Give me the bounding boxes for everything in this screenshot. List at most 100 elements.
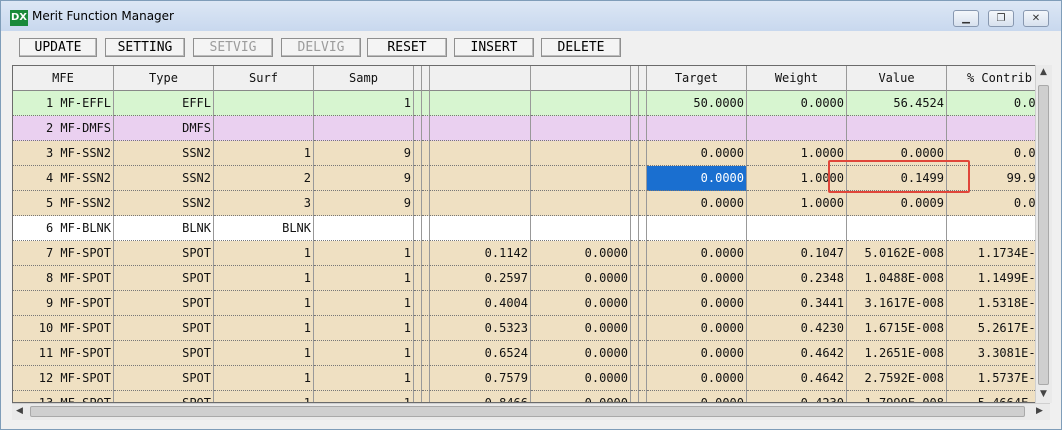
samp-cell[interactable]: 1	[314, 391, 414, 402]
value-cell[interactable]: 2.7592E-008	[847, 366, 947, 391]
surf-cell[interactable]	[214, 91, 314, 116]
mfe-cell[interactable]: 13 MF-SPOT	[13, 391, 114, 402]
table-row[interactable]: 7 MF-SPOT SPOT 1 1 0.1142 0.0000 0.0000 0.1047 5…	[13, 241, 1049, 266]
param-cell[interactable]	[430, 191, 531, 216]
mfe-cell[interactable]: 1 MF-EFFL	[13, 91, 114, 116]
value-cell[interactable]	[847, 116, 947, 141]
mfe-cell[interactable]: 2 MF-DMFS	[13, 116, 114, 141]
surf-cell[interactable]: 3	[214, 191, 314, 216]
samp-cell[interactable]: 1	[314, 316, 414, 341]
weight-cell[interactable]: 1.0000	[747, 191, 847, 216]
surf-cell[interactable]: 1	[214, 266, 314, 291]
surf-cell[interactable]: 1	[214, 141, 314, 166]
param-cell[interactable]: 0.1142	[430, 241, 531, 266]
column-header[interactable]: % Contrib	[947, 66, 1049, 91]
param-cell[interactable]	[531, 216, 631, 241]
table-row[interactable]: 5 MF-SSN2 SSN2 3 9 0.0000 1.0000 0.0009 0.003	[13, 191, 1049, 216]
surf-cell[interactable]: 2	[214, 166, 314, 191]
contrib-cell[interactable]: 5.2617E-01	[947, 316, 1049, 341]
mfe-cell[interactable]: 6 MF-BLNK	[13, 216, 114, 241]
contrib-cell[interactable]: 1.5737E-01	[947, 366, 1049, 391]
type-cell[interactable]: SPOT	[114, 316, 214, 341]
target-cell[interactable]: 0.0000	[647, 291, 747, 316]
column-header[interactable]	[414, 66, 422, 91]
weight-cell[interactable]	[747, 116, 847, 141]
param-cell[interactable]: 0.0000	[531, 241, 631, 266]
value-cell[interactable]: 1.0488E-008	[847, 266, 947, 291]
mfe-cell[interactable]: 11 MF-SPOT	[13, 341, 114, 366]
setting-button[interactable]: SETTING	[105, 38, 185, 57]
mfe-cell[interactable]: 10 MF-SPOT	[13, 316, 114, 341]
vertical-scrollbar[interactable]: ▲ ▼	[1035, 65, 1052, 403]
param-cell[interactable]: 0.0000	[531, 291, 631, 316]
type-cell[interactable]: SSN2	[114, 141, 214, 166]
target-cell[interactable]: 0.0000	[647, 391, 747, 402]
samp-cell[interactable]	[314, 116, 414, 141]
horizontal-scrollbar[interactable]: ◀ ▶	[12, 403, 1050, 420]
column-header[interactable]: Weight	[747, 66, 847, 91]
contrib-cell[interactable]: 0.003	[947, 191, 1049, 216]
param-cell[interactable]: 0.0000	[531, 341, 631, 366]
target-cell[interactable]: 50.0000	[647, 91, 747, 116]
weight-cell[interactable]: 0.4642	[747, 366, 847, 391]
column-header[interactable]: Surf	[214, 66, 314, 91]
param-cell[interactable]: 0.0000	[531, 266, 631, 291]
samp-cell[interactable]: 1	[314, 341, 414, 366]
type-cell[interactable]: SPOT	[114, 266, 214, 291]
update-button[interactable]: UPDATE	[19, 38, 97, 57]
type-cell[interactable]: SPOT	[114, 391, 214, 402]
column-header[interactable]: Target	[647, 66, 747, 91]
samp-cell[interactable]: 9	[314, 141, 414, 166]
scroll-left-icon[interactable]: ◀	[16, 406, 23, 416]
value-cell[interactable]: 1.2651E-008	[847, 341, 947, 366]
param-cell[interactable]: 0.0000	[531, 366, 631, 391]
contrib-cell[interactable]: 1.1734E-01	[947, 241, 1049, 266]
table-row[interactable]: 9 MF-SPOT SPOT 1 1 0.4004 0.0000 0.0000 0.3441 3…	[13, 291, 1049, 316]
param-cell[interactable]	[430, 166, 531, 191]
param-cell[interactable]: 0.5323	[430, 316, 531, 341]
reset-button[interactable]: RESET	[367, 38, 447, 57]
surf-cell[interactable]: 1	[214, 291, 314, 316]
contrib-cell[interactable]: 0.000	[947, 91, 1049, 116]
close-button[interactable]: ✕	[1023, 10, 1049, 27]
scroll-down-icon[interactable]: ▼	[1040, 389, 1047, 399]
param-cell[interactable]	[430, 216, 531, 241]
value-cell[interactable]	[847, 216, 947, 241]
param-cell[interactable]	[531, 141, 631, 166]
minimize-button[interactable]: ▁	[953, 10, 979, 27]
param-cell[interactable]: 0.0000	[531, 391, 631, 402]
contrib-cell[interactable]: 3.3081E-01	[947, 341, 1049, 366]
value-cell[interactable]: 3.1617E-008	[847, 291, 947, 316]
scroll-right-icon[interactable]: ▶	[1036, 406, 1043, 416]
delvig-button[interactable]: DELVIG	[281, 38, 361, 57]
contrib-cell[interactable]: 1.1499E-01	[947, 266, 1049, 291]
param-cell[interactable]	[430, 91, 531, 116]
target-cell[interactable]: 0.0000	[647, 191, 747, 216]
weight-cell[interactable]: 0.2348	[747, 266, 847, 291]
weight-cell[interactable]: 0.0000	[747, 91, 847, 116]
column-header[interactable]: Value	[847, 66, 947, 91]
selected-target-cell[interactable]: 0.0000	[647, 166, 747, 191]
type-cell[interactable]: BLNK	[114, 216, 214, 241]
surf-cell[interactable]	[214, 116, 314, 141]
weight-cell[interactable]: 0.4230	[747, 316, 847, 341]
value-cell[interactable]: 5.0162E-008	[847, 241, 947, 266]
column-header[interactable]	[639, 66, 647, 91]
table-row[interactable]: 6 MF-BLNK BLNK BLNK	[13, 216, 1049, 241]
param-cell[interactable]: 0.2597	[430, 266, 531, 291]
mfe-cell[interactable]: 3 MF-SSN2	[13, 141, 114, 166]
samp-cell[interactable]	[314, 216, 414, 241]
target-cell[interactable]: 0.0000	[647, 341, 747, 366]
type-cell[interactable]: SPOT	[114, 366, 214, 391]
param-cell[interactable]	[531, 116, 631, 141]
surf-cell[interactable]: 1	[214, 391, 314, 402]
contrib-cell[interactable]	[947, 216, 1049, 241]
surf-cell[interactable]: 1	[214, 341, 314, 366]
param-cell[interactable]: 0.8466	[430, 391, 531, 402]
type-cell[interactable]: SSN2	[114, 166, 214, 191]
type-cell[interactable]: SPOT	[114, 341, 214, 366]
param-cell[interactable]: 0.0000	[531, 316, 631, 341]
mfe-cell[interactable]: 12 MF-SPOT	[13, 366, 114, 391]
maximize-button[interactable]: ❐	[988, 10, 1014, 27]
contrib-cell[interactable]: 1.5318E-01	[947, 291, 1049, 316]
